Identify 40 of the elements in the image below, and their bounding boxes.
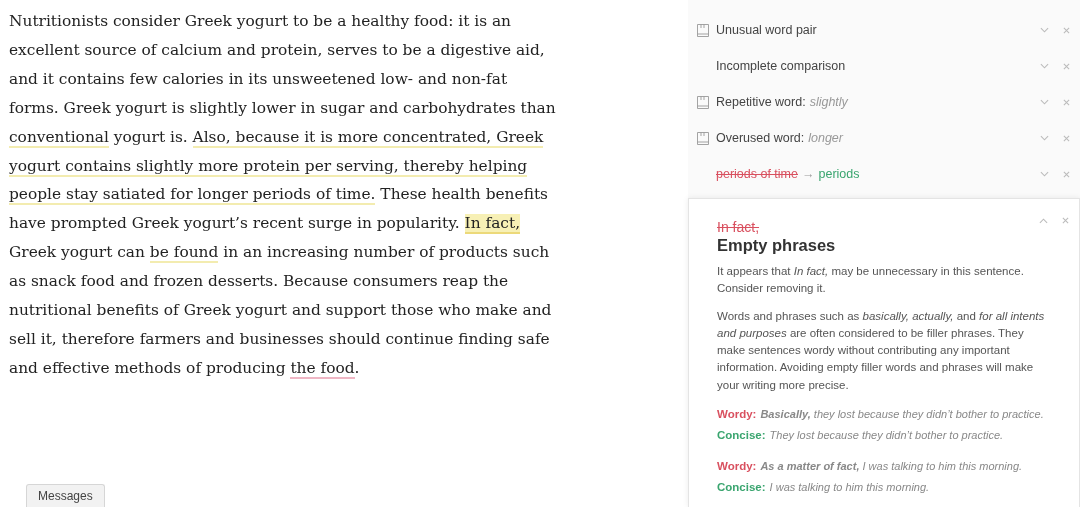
card-summary: It appears that In fact, may be unnecessary in this sentence. Consider removing it. [717, 264, 1025, 297]
suggestion-item[interactable]: periods of time → periods [688, 156, 1080, 192]
suggestion-title: Incomplete comparison [716, 59, 846, 73]
close-icon[interactable] [1062, 217, 1069, 224]
close-icon[interactable] [1063, 170, 1070, 178]
card-explanation: Words and phrases such as basically, actually, and for all intents and purposes are often considered to be filler phrases. They make sentences wordy without contributing any important information. Avoiding empty filler words and phrases will make your writing more precise. [717, 308, 1046, 393]
expand-icon[interactable] [1040, 63, 1049, 69]
example-sentence: I was talking to him this morning. [769, 481, 930, 494]
card-title: Empty phrases [717, 236, 837, 255]
flagged-word: slightly [809, 95, 848, 109]
flagged-word: longer [808, 131, 843, 145]
suggestion-item[interactable]: Overused word: longer [688, 120, 1080, 156]
removed-text: periods of time [716, 167, 798, 181]
expand-icon[interactable] [1040, 171, 1049, 177]
close-icon[interactable] [1063, 98, 1070, 106]
example-sentence: As a matter of fact, I was talking to him this morning. [760, 460, 1023, 473]
example-sentence: Basically, they lost because they didn’t bother to practice. [760, 408, 1044, 421]
suggestion-title: Overused word: [716, 131, 805, 145]
example-label: Wordy: [717, 460, 757, 473]
example-label: Wordy: [717, 408, 757, 421]
essay-paragraph: Nutritionists consider Greek yogurt to be a healthy food: it is an excellent source of calcium and protein, serves to be a digestive aid, and it contains few calories in its unsweetened low- and non-fat forms. Greek yogurt is slightly lower in sugar and carbohydrates than conventional yogurt is. Also, because it is more concentrated, Greek yogurt contains slightly more protein per serving, thereby helping people stay satiated for longer periods of time. These health benefits have prompted Greek yogurt’s recent surge in popularity. In fact, Greek yogurt can be found in an increasing number of products such as snack food and frozen desserts. Because consumers reap the nutritional benefits of Greek yogurt and support those who make and sell it, therefore farmers and businesses should continue finding safe and effective methods of producing the food. [9, 11, 557, 381]
suggestion-item[interactable]: Incomplete comparison [688, 48, 1080, 84]
close-icon[interactable] [1063, 26, 1070, 34]
suggestion-title: Unusual word pair [716, 23, 817, 37]
suggestion-item[interactable]: Repetitive word: slightly [688, 84, 1080, 120]
example-sentence: They lost because they didn’t bother to practice. [769, 429, 1004, 442]
expand-icon[interactable] [1040, 27, 1049, 33]
replacement-text: periods [818, 167, 860, 181]
arrow-icon: → [802, 167, 815, 181]
expand-icon[interactable] [1040, 135, 1049, 141]
example-label: Concise: [717, 481, 766, 494]
suggestion-title: Repetitive word: [716, 95, 806, 109]
expand-icon[interactable] [1040, 99, 1049, 105]
close-icon[interactable] [1063, 134, 1070, 142]
messages-button[interactable]: Messages [26, 484, 105, 507]
example-label: Concise: [717, 429, 766, 442]
removed-phrase: In fact, [717, 219, 760, 235]
collapse-icon[interactable] [1039, 217, 1048, 224]
suggestion-item[interactable]: Unusual word pair [688, 12, 1080, 48]
close-icon[interactable] [1063, 62, 1070, 70]
